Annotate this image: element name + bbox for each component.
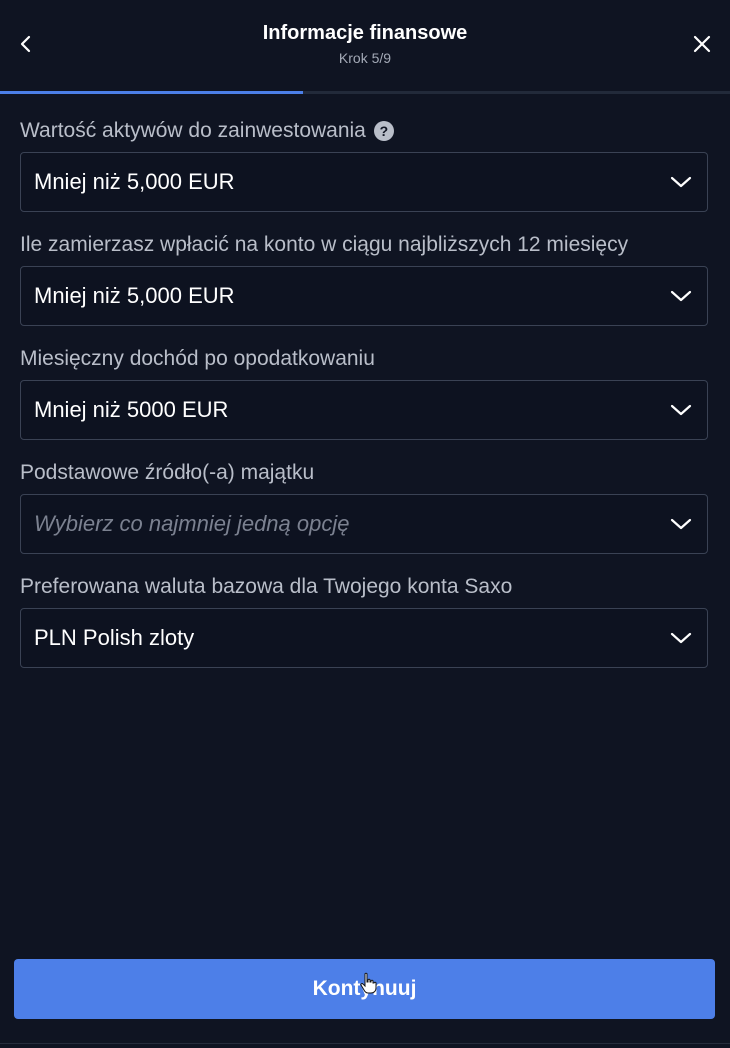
help-icon[interactable]: ?	[373, 121, 394, 141]
field-label-text: Wartość aktywów do zainwestowania	[20, 119, 366, 142]
select-value: Mniej niż 5,000 EUR	[34, 169, 235, 194]
select-value: Mniej niż 5000 EUR	[34, 397, 229, 422]
financial-info-form: Wartość aktywów do zainwestowania ? Mnie…	[20, 116, 708, 686]
chevron-down-icon	[670, 632, 692, 644]
header: Informacje finansowe Krok 5/9	[0, 0, 730, 92]
page-title: Informacje finansowe	[262, 22, 468, 44]
planned-deposit-select[interactable]: Mniej niż 5,000 EUR	[20, 266, 708, 326]
onboarding-screen: Informacje finansowe Krok 5/9 Wartość ak…	[0, 0, 730, 1048]
header-titles: Informacje finansowe Krok 5/9	[0, 20, 730, 67]
chevron-down-icon	[670, 518, 692, 530]
continue-button[interactable]: Kontynuuj	[14, 959, 715, 1019]
monthly-income-select[interactable]: Mniej niż 5000 EUR	[20, 380, 708, 440]
field-label: Preferowana waluta bazowa dla Twojego ko…	[20, 572, 708, 602]
field-label: Ile zamierzasz wpłacić na konto w ciągu …	[20, 230, 708, 260]
progress-bar-fill	[0, 91, 304, 94]
close-button[interactable]	[682, 24, 722, 64]
field-planned-deposit: Ile zamierzasz wpłacić na konto w ciągu …	[20, 230, 708, 326]
field-label: Miesięczny dochód po opodatkowaniu	[20, 344, 708, 374]
chevron-down-icon	[670, 176, 692, 188]
field-label-text: Podstawowe źródło(-a) majątku	[20, 461, 315, 484]
field-label: Wartość aktywów do zainwestowania ?	[20, 116, 708, 146]
field-assets-to-invest: Wartość aktywów do zainwestowania ? Mnie…	[20, 116, 708, 212]
field-label: Podstawowe źródło(-a) majątku	[20, 458, 708, 488]
progress-bar	[0, 91, 730, 94]
field-monthly-income: Miesięczny dochód po opodatkowaniu Mniej…	[20, 344, 708, 440]
chevron-down-icon	[670, 290, 692, 302]
select-value: PLN Polish zloty	[34, 625, 195, 650]
select-placeholder: Wybierz co najmniej jedną opcję	[34, 511, 350, 536]
field-label-text: Miesięczny dochód po opodatkowaniu	[20, 347, 375, 370]
chevron-down-icon	[670, 404, 692, 416]
hand-cursor-icon	[360, 972, 377, 994]
wealth-source-select[interactable]: Wybierz co najmniej jedną opcję	[20, 494, 708, 554]
field-base-currency: Preferowana waluta bazowa dla Twojego ko…	[20, 572, 708, 668]
field-label-text: Ile zamierzasz wpłacić na konto w ciągu …	[20, 233, 629, 256]
select-value: Mniej niż 5,000 EUR	[34, 283, 235, 308]
assets-select[interactable]: Mniej niż 5,000 EUR	[20, 152, 708, 212]
field-label-text: Preferowana waluta bazowa dla Twojego ko…	[20, 575, 513, 598]
field-wealth-source: Podstawowe źródło(-a) majątku Wybierz co…	[20, 458, 708, 554]
bottom-divider	[0, 1043, 730, 1044]
close-icon	[693, 35, 711, 53]
step-indicator: Krok 5/9	[338, 50, 392, 66]
base-currency-select[interactable]: PLN Polish zloty	[20, 608, 708, 668]
